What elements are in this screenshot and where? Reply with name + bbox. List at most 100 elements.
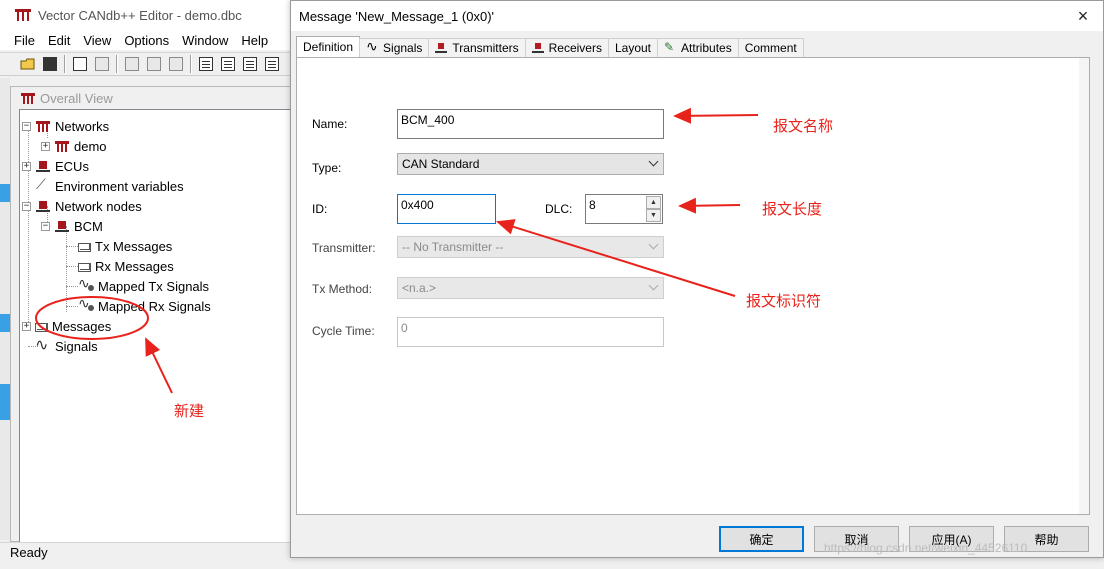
tree-item-label: Environment variables — [55, 178, 184, 194]
tree-item-environment-variables[interactable]: Environment variables — [35, 176, 184, 195]
tree-item-tx-messages[interactable]: Tx Messages — [78, 237, 172, 255]
tree-connector — [66, 286, 78, 287]
main-titlebar: Vector CANdb++ Editor - demo.dbc — [0, 0, 290, 30]
id-label: ID: — [312, 202, 328, 216]
view-grid-icon[interactable] — [218, 54, 238, 74]
node-icon — [35, 199, 51, 213]
spin-down-icon[interactable]: ▼ — [646, 209, 661, 222]
ecu-icon — [35, 159, 51, 173]
node-icon — [54, 219, 70, 233]
main-window-title: Vector CANdb++ Editor - demo.dbc — [38, 7, 242, 23]
open-folder-icon[interactable] — [18, 54, 38, 74]
tree-item-rx-messages[interactable]: Rx Messages — [78, 257, 174, 275]
dlc-stepper[interactable]: 8 ▲ ▼ — [585, 194, 663, 224]
menu-edit[interactable]: Edit — [48, 33, 70, 48]
spin-up-icon[interactable]: ▲ — [646, 196, 661, 209]
save-icon[interactable] — [40, 54, 60, 74]
tree-item-ecus[interactable]: + ECUs — [22, 157, 89, 175]
tab-attributes[interactable]: Attributes — [657, 38, 739, 57]
tx-method-label: Tx Method: — [312, 282, 373, 296]
overall-view-window: Overall View − Networks + demo + ECUs ⟋ … — [10, 86, 293, 543]
node-icon — [531, 42, 544, 54]
tree-view[interactable]: − Networks + demo + ECUs Environment var… — [19, 109, 293, 543]
collapse-icon[interactable]: − — [41, 221, 50, 231]
tree-item-label: ECUs — [55, 158, 89, 174]
dlc-spin-buttons: ▲ ▼ — [646, 196, 661, 223]
menu-file[interactable]: File — [14, 33, 35, 48]
annotation-length: 报文长度 — [762, 201, 823, 218]
signal-icon — [366, 38, 378, 55]
tab-comment[interactable]: Comment — [737, 38, 804, 57]
dlc-value: 8 — [589, 198, 596, 212]
menu-window[interactable]: Window — [182, 33, 228, 48]
view-split-icon[interactable] — [240, 54, 260, 74]
cycle-time-label: Cycle Time: — [312, 324, 375, 338]
tree-item-label: Networks — [55, 118, 110, 134]
environment-variable-icon — [35, 176, 51, 193]
expand-icon[interactable]: + — [22, 161, 31, 171]
status-text: Ready — [10, 545, 48, 560]
tree-item-signals[interactable]: Signals — [35, 335, 98, 355]
tree-item-label: BCM — [74, 218, 103, 234]
tab-definition[interactable]: Definition — [296, 36, 361, 57]
menu-help[interactable]: Help — [241, 33, 268, 48]
annotation-id: 报文标识符 — [746, 293, 822, 310]
type-label: Type: — [312, 161, 342, 175]
tree-item-network-nodes[interactable]: − Network nodes — [22, 197, 142, 215]
toolbar — [0, 52, 290, 76]
tree-item-demo[interactable]: + demo — [41, 137, 107, 155]
tab-signals[interactable]: Signals — [359, 38, 430, 57]
chevron-down-icon — [649, 157, 659, 167]
properties-icon[interactable] — [122, 54, 142, 74]
tree-item-bcm[interactable]: − BCM — [41, 217, 103, 235]
collapse-icon[interactable]: − — [22, 121, 31, 131]
id-field[interactable]: 0x400 — [397, 194, 496, 224]
network-icon — [20, 91, 36, 105]
tab-label: Receivers — [548, 41, 602, 55]
tree-connector — [28, 126, 29, 326]
mapped-signal-icon — [78, 295, 94, 313]
dlc-label: DLC: — [545, 202, 573, 216]
copy-icon[interactable] — [70, 54, 90, 74]
tools-icon[interactable] — [166, 54, 186, 74]
paste-icon[interactable] — [92, 54, 112, 74]
tab-transmitters[interactable]: Transmitters — [428, 38, 526, 57]
watermark: https://blog.csdn.net/weixin_44526110 — [824, 541, 1028, 555]
transmitter-select: -- No Transmitter -- — [397, 236, 664, 258]
collapse-icon[interactable]: − — [22, 201, 31, 211]
tab-label: Transmitters — [452, 41, 519, 55]
menu-view[interactable]: View — [83, 33, 111, 48]
tx-method-select-value: <n.a.> — [402, 281, 437, 295]
tab-receivers[interactable]: Receivers — [524, 38, 609, 57]
chevron-down-icon — [649, 240, 659, 250]
tree-item-label: Network nodes — [55, 198, 142, 214]
menu-options[interactable]: Options — [124, 33, 169, 48]
menu-bar: File Edit View Options Window Help — [0, 30, 290, 50]
view-details-icon[interactable] — [196, 54, 216, 74]
tree-item-messages[interactable]: + Messages — [22, 317, 111, 335]
close-icon[interactable]: × — [1071, 5, 1095, 27]
name-label: Name: — [312, 117, 348, 131]
cycle-time-field: 0 — [397, 317, 664, 347]
tab-label: Signals — [383, 41, 423, 55]
list-icon[interactable] — [144, 54, 164, 74]
tab-layout[interactable]: Layout — [607, 38, 659, 57]
dialog-titlebar: Message 'New_Message_1 (0x0)' × — [291, 1, 1103, 31]
tree-item-mapped-tx-signals[interactable]: Mapped Tx Signals — [78, 275, 209, 295]
view-table-icon[interactable] — [262, 54, 282, 74]
expand-icon[interactable]: + — [22, 321, 31, 331]
tx-method-select: <n.a.> — [397, 277, 664, 299]
tree-item-networks[interactable]: − Networks — [22, 117, 109, 135]
mapped-signal-icon — [78, 275, 94, 293]
name-field[interactable]: BCM_400 — [397, 109, 664, 139]
message-icon — [78, 242, 91, 252]
expand-icon[interactable]: + — [41, 141, 50, 151]
tree-item-label: Tx Messages — [95, 238, 173, 254]
signal-icon — [35, 335, 51, 355]
tree-item-label: Messages — [52, 318, 112, 334]
type-select[interactable]: CAN Standard — [397, 153, 664, 175]
vertical-scrollbar[interactable] — [1079, 58, 1089, 514]
tree-connector — [66, 266, 78, 267]
ok-button[interactable]: 确定 — [719, 526, 804, 552]
tree-item-mapped-rx-signals[interactable]: Mapped Rx Signals — [78, 295, 211, 315]
